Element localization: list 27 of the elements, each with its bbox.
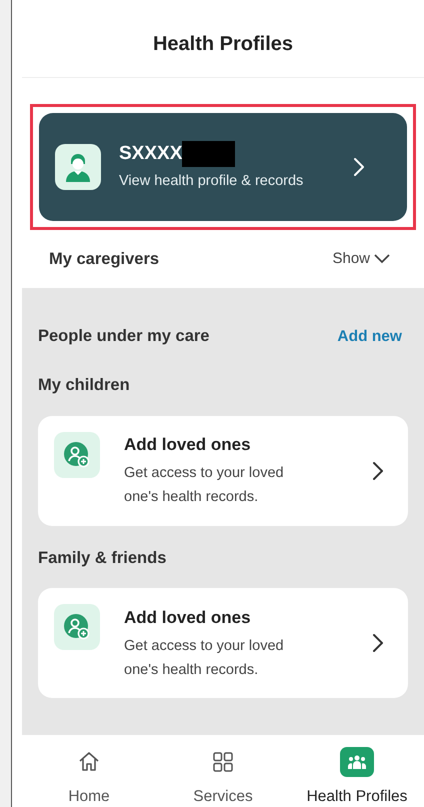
add-loved-ones-card[interactable]: Add loved ones Get access to your loved one's health records. — [38, 416, 408, 526]
card-title: Add loved ones — [124, 606, 252, 628]
chevron-down-icon — [374, 254, 390, 264]
card-title: Add loved ones — [124, 434, 252, 456]
avatar-icon — [55, 144, 101, 190]
profile-name: SXXXX — [119, 142, 182, 166]
card-description: Get access to your loved one's health records. — [124, 637, 285, 680]
group-title: Family & friends — [38, 548, 168, 568]
section-title: My caregivers — [49, 248, 160, 270]
chevron-icon — [353, 157, 365, 177]
chevron-icon — [372, 633, 384, 654]
nav-tab[interactable]: Home — [22, 747, 156, 807]
add-new-link[interactable]: Add new — [337, 324, 408, 348]
nav-tab[interactable]: Health Profiles — [290, 747, 424, 807]
add-person-icon — [54, 604, 100, 650]
section-title: People under my care — [38, 326, 210, 347]
profile-card[interactable]: SXXXX View health profile & records — [39, 113, 407, 221]
show-toggle[interactable]: Show — [332, 248, 390, 270]
page-title: Health Profiles — [152, 32, 294, 56]
card-description: Get access to your loved one's health records. — [124, 464, 285, 508]
add-loved-ones-card[interactable]: Add loved ones Get access to your loved one's health records. — [38, 588, 408, 698]
nav-tab[interactable]: Services — [156, 747, 290, 807]
profile-subtitle: View health profile & records — [119, 172, 304, 192]
group-title: My children — [38, 374, 131, 396]
add-person-icon — [54, 432, 100, 478]
chevron-icon — [372, 460, 384, 480]
people-icon — [340, 747, 374, 777]
